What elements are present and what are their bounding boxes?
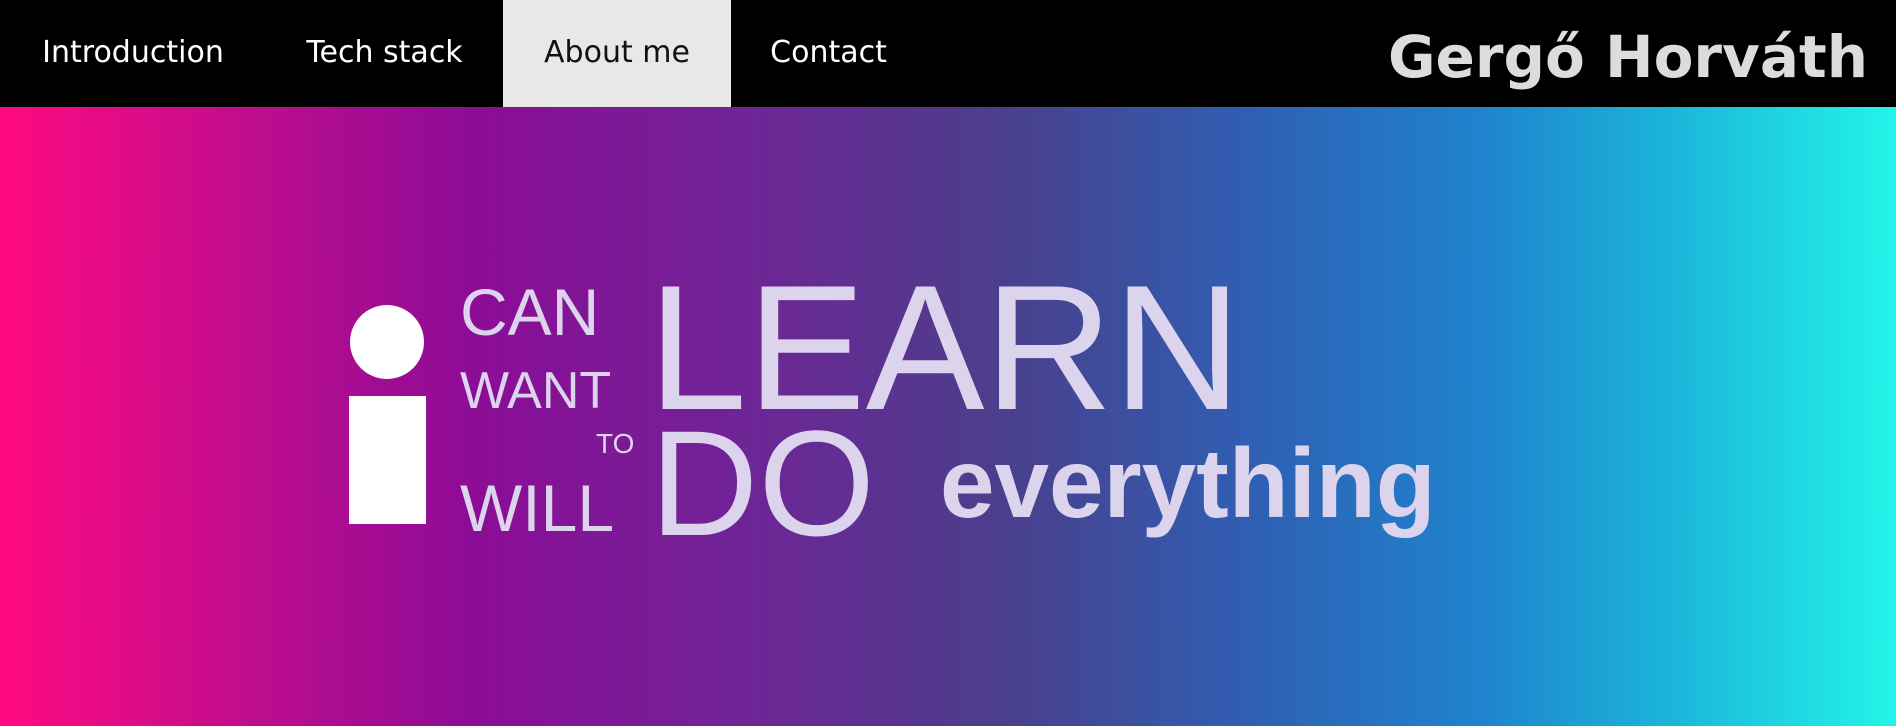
site-brand-name: Gergő Horváth [1387,23,1868,91]
i-dot-shape [350,305,424,379]
slogan-word-do: DO [650,399,875,567]
nav-item-contact[interactable]: Contact [731,0,926,107]
slogan-word-will: WILL [460,471,614,545]
slogan-word-can: CAN [460,275,599,349]
slogan-graphic: CAN WANT TO WILL LEARN DO everything [349,248,1436,567]
slogan-word-to: TO [596,428,634,459]
hero-banner: CAN WANT TO WILL LEARN DO everything [0,107,1896,726]
slogan-word-everything: everything [940,428,1436,538]
i-stem-shape [349,396,426,524]
nav-item-about-me[interactable]: About me [503,0,731,107]
top-navigation-bar: Introduction Tech stack About me Contact… [0,0,1896,107]
nav-item-introduction[interactable]: Introduction [0,0,266,107]
nav-item-tech-stack[interactable]: Tech stack [266,0,503,107]
slogan-word-want: WANT [460,362,611,420]
